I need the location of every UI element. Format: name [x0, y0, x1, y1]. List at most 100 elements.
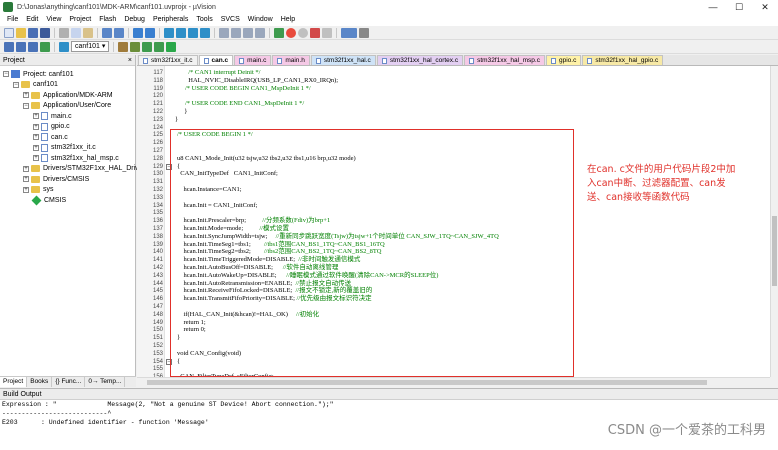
configure-icon[interactable]	[359, 27, 369, 38]
menu-file[interactable]: File	[3, 14, 22, 26]
tree-group-hal-driver[interactable]: + Drivers/STM32F1xx_HAL_Driv	[0, 164, 139, 175]
vertical-scroll-thumb[interactable]	[772, 216, 777, 286]
code-line[interactable]: if(HAL_CAN_Init(&hcan)!=HAL_OK) //初始化	[173, 311, 320, 319]
editor-tab-stm32f1xx-hal-msp-c[interactable]: stm32f1xx_hal_msp.c	[464, 55, 545, 65]
tree-group-user-core[interactable]: − Application/User/Core	[0, 101, 135, 112]
pack-installer-icon[interactable]	[166, 41, 177, 52]
menu-help[interactable]: Help	[277, 14, 299, 26]
find-in-files-icon[interactable]	[274, 27, 284, 38]
tree-target-canf101[interactable]: − canf101	[0, 80, 135, 91]
menu-tools[interactable]: Tools	[192, 14, 216, 26]
download-icon[interactable]	[40, 41, 50, 52]
rebuild-icon[interactable]	[28, 41, 38, 52]
code-line[interactable]: hcan.Init = CAN1_InitConf;	[173, 202, 258, 210]
redo-icon[interactable]	[114, 27, 124, 38]
target-select[interactable]: canf101 ▾	[71, 41, 110, 52]
tab-project[interactable]: Project	[0, 377, 28, 387]
code-line[interactable]: {	[173, 163, 180, 171]
maximize-button[interactable]: ☐	[726, 0, 752, 14]
tab-functions[interactable]: {} Func...	[52, 377, 86, 387]
menu-svcs[interactable]: SVCS	[217, 14, 244, 26]
fold-toggle[interactable]: −	[166, 163, 172, 170]
kill-breakpoints-icon[interactable]	[310, 27, 320, 38]
editor-tab-stm32f1xx-it-c[interactable]: stm32f1xx_it.c	[138, 55, 198, 65]
save-all-icon[interactable]	[40, 27, 50, 38]
clear-bookmarks-icon[interactable]	[200, 27, 210, 38]
build-icon[interactable]	[16, 41, 26, 52]
editor-tab-stm32f1xx-hal-cortex-c[interactable]: stm32f1xx_hal_cortex.c	[376, 55, 464, 65]
code-line[interactable]: void CAN_Config(void)	[173, 350, 241, 358]
menu-debug[interactable]: Debug	[120, 14, 149, 26]
tree-project-root[interactable]: − Project: canf101	[0, 69, 135, 80]
tree-component-cmsis[interactable]: CMSIS	[0, 195, 135, 206]
comment-icon[interactable]	[243, 27, 253, 38]
code-line[interactable]: hcan.Init.AutoBusOff=DISABLE; //软件自动离线管理	[173, 264, 339, 272]
tab-books[interactable]: Books	[27, 377, 53, 387]
menu-peripherals[interactable]: Peripherals	[149, 14, 192, 26]
editor-tab-main-c[interactable]: main.c	[234, 55, 272, 65]
copy-icon[interactable]	[71, 27, 81, 38]
open-folder-icon[interactable]	[16, 27, 26, 38]
code-line[interactable]: /* USER CODE BEGIN CAN1_MspDeInit 1 */	[173, 85, 311, 93]
code-text-area[interactable]: /* CAN1 interrupt Deinit */ HAL_NVIC_Dis…	[173, 66, 770, 377]
code-line[interactable]: /* CAN1 interrupt Deinit */	[173, 69, 260, 77]
code-line[interactable]: HAL_NVIC_DisableIRQ(USB_LP_CAN1_RX0_IRQn…	[173, 77, 338, 85]
unindent-icon[interactable]	[231, 27, 241, 38]
code-line[interactable]: hcan.Init.TransmitFifoPriority=DISABLE; …	[173, 295, 372, 303]
tree-file-it-c[interactable]: + stm32f1xx_it.c	[0, 143, 135, 154]
menu-project[interactable]: Project	[65, 14, 95, 26]
debug-start-icon[interactable]	[286, 27, 296, 38]
editor-tab-can-c[interactable]: can.c	[198, 55, 234, 65]
select-pack-icon[interactable]	[154, 41, 165, 52]
code-line[interactable]: hcan.Instance=CAN1;	[173, 186, 242, 194]
editor-tab-stm32f1xx-hal-c[interactable]: stm32f1xx_hal.c	[310, 55, 376, 65]
code-editor[interactable]: 117 118 119 120 121 122 123 124 125 126 127 128 129 1…	[137, 66, 770, 377]
code-line[interactable]: }	[173, 334, 180, 342]
uncomment-icon[interactable]	[255, 27, 265, 38]
paste-icon[interactable]	[83, 27, 93, 38]
save-icon[interactable]	[28, 27, 38, 38]
menu-edit[interactable]: Edit	[22, 14, 42, 26]
code-line[interactable]: hcan.Init.SyncJumpWidth=tsjw; //重新同步跳跃宽度…	[173, 233, 499, 241]
disable-breakpoint-icon[interactable]	[322, 27, 332, 38]
code-line[interactable]: hcan.Init.AutoWakeUp=DISABLE; //睡眠模式通过软件…	[173, 272, 439, 280]
tree-file-gpio-c[interactable]: + gpio.c	[0, 122, 135, 133]
tab-templates[interactable]: 0→ Temp...	[85, 377, 126, 387]
indent-icon[interactable]	[219, 27, 229, 38]
code-line[interactable]: /* USER CODE END CAN1_MspDeInit 1 */	[173, 100, 304, 108]
editor-tab-gpio-c[interactable]: gpio.c	[545, 55, 582, 65]
menu-view[interactable]: View	[42, 14, 65, 26]
tree-file-hal-msp-c[interactable]: + stm32f1xx_hal_msp.c	[0, 153, 135, 164]
code-line[interactable]: /* USER CODE BEGIN 1 */	[173, 131, 253, 139]
code-line[interactable]: hcan.Init.Prescaler=brp; //分频系数(Fdiv)为br…	[173, 217, 331, 225]
editor-tab-main-h[interactable]: main.h	[272, 55, 310, 65]
menu-window[interactable]: Window	[244, 14, 277, 26]
menu-flash[interactable]: Flash	[95, 14, 120, 26]
options-for-target-icon[interactable]	[118, 41, 129, 52]
manage-components-icon[interactable]	[142, 41, 153, 52]
project-panel-close-icon[interactable]: ×	[128, 57, 132, 64]
editor-vertical-scrollbar[interactable]	[770, 66, 778, 377]
code-line[interactable]: return 0;	[173, 326, 206, 334]
breakpoint-icon[interactable]	[298, 27, 308, 38]
prev-bookmark-icon[interactable]	[176, 27, 186, 38]
close-button[interactable]: ✕	[752, 0, 778, 14]
window-layout-icon[interactable]	[341, 27, 357, 38]
code-line[interactable]: }	[173, 108, 187, 116]
nav-forward-icon[interactable]	[145, 27, 155, 38]
bookmark-icon[interactable]	[164, 27, 174, 38]
next-bookmark-icon[interactable]	[188, 27, 198, 38]
tree-group-mdk-arm[interactable]: + Application/MDK-ARM	[0, 90, 135, 101]
code-line[interactable]: u8 CAN1_Mode_Init(u32 tsjw,u32 tbs2,u32 …	[173, 155, 356, 163]
file-extensions-icon[interactable]	[130, 41, 141, 52]
code-line[interactable]: }	[173, 116, 178, 124]
fold-toggle[interactable]: −	[166, 358, 172, 365]
undo-icon[interactable]	[102, 27, 112, 38]
tree-file-main-c[interactable]: + main.c	[0, 111, 135, 122]
code-line[interactable]: return 1;	[173, 319, 206, 327]
nav-back-icon[interactable]	[133, 27, 143, 38]
tree-group-sys[interactable]: + sys	[0, 185, 135, 196]
horizontal-scroll-thumb[interactable]	[147, 380, 707, 385]
cut-icon[interactable]	[59, 27, 69, 38]
code-line[interactable]: hcan.Init.TimeTriggeredMode=DISABLE; //非…	[173, 256, 361, 264]
